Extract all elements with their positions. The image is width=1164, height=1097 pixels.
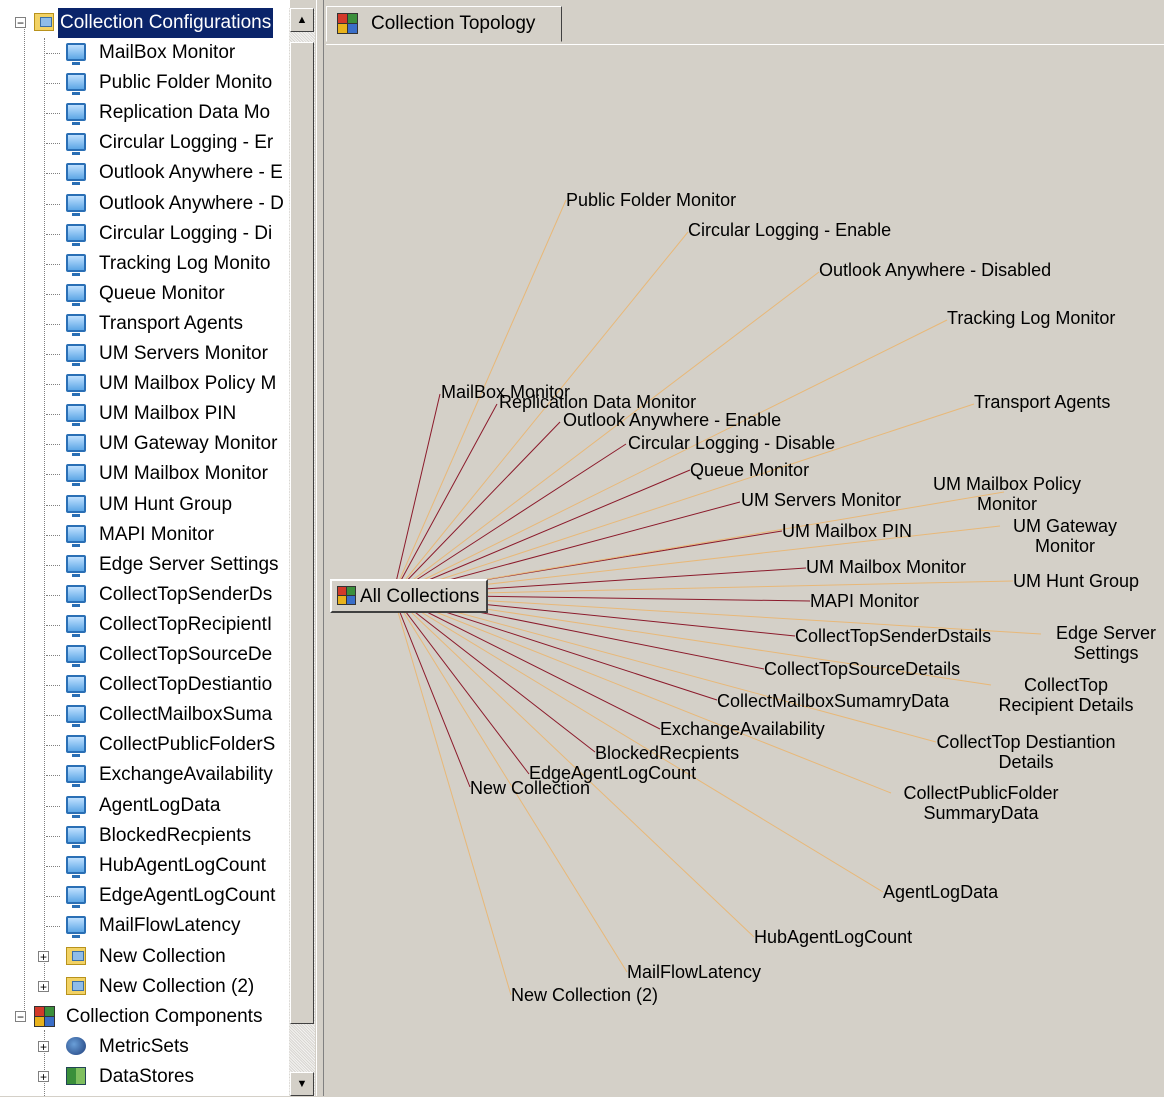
topology-node[interactable]: Queue Monitor: [690, 460, 809, 480]
topology-edge: [392, 421, 561, 596]
topology-node[interactable]: AgentLogData: [883, 882, 998, 902]
topology-node[interactable]: Public Folder Monitor: [566, 190, 736, 210]
collections-icon: [337, 586, 357, 606]
topology-node[interactable]: Replication Data Monitor: [499, 392, 696, 412]
topology-node[interactable]: CollectTop Destiantion Details: [936, 732, 1116, 772]
topology-node[interactable]: UM Mailbox Policy Monitor: [922, 474, 1092, 514]
topology-node[interactable]: MAPI Monitor: [810, 591, 919, 611]
topology-node[interactable]: Outlook Anywhere - Enable: [563, 410, 781, 430]
topology-node[interactable]: UM Servers Monitor: [741, 490, 901, 510]
topology-edge: [392, 469, 691, 596]
topology-edge: [392, 319, 948, 596]
topology-node[interactable]: CollectPublicFolder SummaryData: [891, 783, 1071, 823]
topology-node[interactable]: Circular Logging - Disable: [628, 433, 835, 453]
topology-node[interactable]: CollectMailboxSumamryData: [717, 691, 949, 711]
topology-edges: [392, 199, 1042, 996]
topology-node[interactable]: BlockedRecpients: [595, 743, 739, 763]
topology-node[interactable]: Tracking Log Monitor: [947, 308, 1115, 328]
topology-node[interactable]: MailFlowLatency: [627, 962, 761, 982]
topology-root-all-collections[interactable]: All Collections: [330, 579, 488, 613]
root-label: All Collections: [360, 586, 480, 607]
topology-node[interactable]: UM Gateway Monitor: [1000, 516, 1130, 556]
topology-node[interactable]: Transport Agents: [974, 392, 1110, 412]
topology-node[interactable]: HubAgentLogCount: [754, 927, 912, 947]
topology-node[interactable]: ExchangeAvailability: [660, 719, 825, 739]
topology-node[interactable]: UM Mailbox Monitor: [806, 557, 966, 577]
topology-node[interactable]: CollectTopSourceDetails: [764, 659, 960, 679]
topology-node[interactable]: Outlook Anywhere - Disabled: [819, 260, 1051, 280]
topology-node[interactable]: Circular Logging - Enable: [688, 220, 891, 240]
topology-node[interactable]: UM Hunt Group: [1013, 571, 1139, 591]
topology-edge: [392, 594, 471, 788]
topology-node[interactable]: CollectTop Recipient Details: [991, 675, 1141, 715]
topology-node[interactable]: Edge Server Settings: [1041, 623, 1164, 663]
topology-node[interactable]: New Collection: [470, 778, 590, 798]
topology-node[interactable]: UM Mailbox PIN: [782, 521, 912, 541]
topology-node[interactable]: New Collection (2): [511, 985, 658, 1005]
topology-node[interactable]: CollectTopSenderDstails: [795, 626, 991, 646]
